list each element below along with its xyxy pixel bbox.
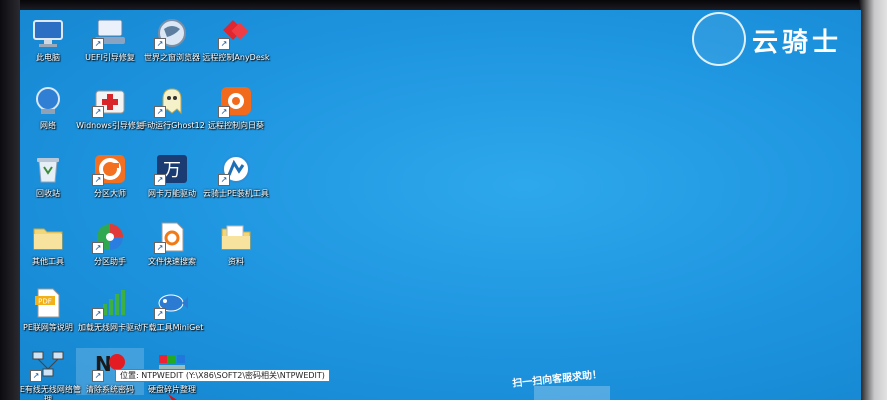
desktop-icon-other-tools[interactable]: 其他工具 xyxy=(20,220,82,267)
icon-label: 下载工具MiniGet xyxy=(140,323,204,332)
recycle-bin-icon xyxy=(30,152,66,186)
brand-text: 云骑士 xyxy=(752,28,843,58)
icon-label: 网络 xyxy=(40,121,56,130)
shortcut-arrow-icon: ↗ xyxy=(30,370,42,382)
monitor-bezel-right xyxy=(859,0,887,400)
monitor-bezel-left xyxy=(0,0,20,400)
red-arrow-icon xyxy=(168,394,177,400)
desktop-icon-network[interactable]: 网络 xyxy=(20,84,82,131)
icon-label: 加载无线网卡驱动 xyxy=(78,323,142,332)
brand-watermark: 云骑士 xyxy=(690,10,861,72)
desktop[interactable]: 此电脑 ↗ UEFI引导修复 ↗ 世界之窗浏览器 ↗ 远程控制AnyDesk 网… xyxy=(20,10,861,400)
miniget-fish-icon: ↗ xyxy=(154,286,190,320)
folder-icon xyxy=(30,220,66,254)
browser-globe-icon: ↗ xyxy=(154,16,190,50)
desktop-icon-browser[interactable]: ↗ 世界之窗浏览器 xyxy=(138,16,206,63)
desktop-icon-uefi-repair[interactable]: ↗ UEFI引导修复 xyxy=(76,16,144,63)
icon-label: 云骑士PE装机工具 xyxy=(203,189,269,198)
desktop-icon-ghost[interactable]: ↗ 手动运行Ghost12 xyxy=(138,84,206,131)
icon-label: 其他工具 xyxy=(32,257,64,266)
shortcut-arrow-icon: ↗ xyxy=(92,38,104,50)
desktop-icon-windows-repair[interactable]: ↗ Widnows引导修复 xyxy=(76,84,144,131)
partition-assistant-icon: ↗ xyxy=(92,220,128,254)
shortcut-arrow-icon: ↗ xyxy=(92,370,104,382)
desktop-icon-sunflower[interactable]: ↗ 远程控制向日葵 xyxy=(202,84,270,131)
shortcut-arrow-icon: ↗ xyxy=(92,106,104,118)
shortcut-arrow-icon: ↗ xyxy=(154,308,166,320)
desktop-icon-this-pc[interactable]: 此电脑 xyxy=(20,16,82,63)
icon-label: 分区大师 xyxy=(94,189,126,198)
windows-repair-icon: ↗ xyxy=(92,84,128,118)
partition-master-icon: ↗ xyxy=(92,152,128,186)
icon-tooltip: 位置: NTPWEDIT (Y:\X86\SOFT2\密码相关\NTPWEDIT… xyxy=(115,369,330,382)
shortcut-arrow-icon: ↗ xyxy=(154,38,166,50)
icon-label: 远程控制向日葵 xyxy=(208,121,264,130)
icon-label: PE联网等说明 xyxy=(23,323,73,332)
icon-label: 清除系统密码 xyxy=(86,385,134,394)
icon-label: PE有线无线网络管理 xyxy=(20,385,81,400)
folder-icon xyxy=(218,220,254,254)
anydesk-icon: ↗ xyxy=(218,16,254,50)
sunflower-icon: ↗ xyxy=(218,84,254,118)
network-manager-icon: ↗ xyxy=(30,348,66,382)
shortcut-arrow-icon: ↗ xyxy=(218,106,230,118)
desktop-icon-documents[interactable]: 资料 xyxy=(202,220,270,267)
icon-label: 手动运行Ghost12 xyxy=(139,121,205,130)
wifi-signal-icon: ↗ xyxy=(92,286,128,320)
desktop-icon-anydesk[interactable]: ↗ 远程控制AnyDesk xyxy=(202,16,270,63)
shortcut-arrow-icon: ↗ xyxy=(218,38,230,50)
knight-logo-icon xyxy=(692,12,746,66)
icon-label: 文件快速搜索 xyxy=(148,257,196,266)
ghost-icon: ↗ xyxy=(154,84,190,118)
svg-text:PDF: PDF xyxy=(38,298,52,306)
icon-label: Widnows引导修复 xyxy=(76,121,144,130)
desktop-icon-wireless-driver[interactable]: ↗ 加载无线网卡驱动 xyxy=(76,286,144,333)
desktop-icon-pe-network-guide[interactable]: PDF PE联网等说明 xyxy=(20,286,82,333)
desktop-icon-pe-installer[interactable]: ↗ 云骑士PE装机工具 xyxy=(202,152,270,199)
icon-label: 此电脑 xyxy=(36,53,60,62)
shortcut-arrow-icon: ↗ xyxy=(92,242,104,254)
desktop-icon-nic-driver[interactable]: 万 ↗ 网卡万能驱动 xyxy=(138,152,206,199)
icon-label: 网卡万能驱动 xyxy=(148,189,196,198)
icon-label: 远程控制AnyDesk xyxy=(202,53,270,62)
desktop-icon-partition-master[interactable]: ↗ 分区大师 xyxy=(76,152,144,199)
desktop-icon-network-manager[interactable]: ↗ PE有线无线网络管理 xyxy=(20,348,82,400)
shortcut-arrow-icon: ↗ xyxy=(154,174,166,186)
installer-icon: ↗ xyxy=(218,152,254,186)
shortcut-arrow-icon: ↗ xyxy=(154,242,166,254)
uefi-repair-icon: ↗ xyxy=(92,16,128,50)
icon-label: 世界之窗浏览器 xyxy=(144,53,200,62)
nic-driver-icon: 万 ↗ xyxy=(154,152,190,186)
shortcut-arrow-icon: ↗ xyxy=(154,106,166,118)
computer-icon xyxy=(30,16,66,50)
pdf-icon: PDF xyxy=(30,286,66,320)
shortcut-arrow-icon: ↗ xyxy=(218,174,230,186)
desktop-icon-recycle-bin[interactable]: 回收站 xyxy=(20,152,82,199)
shortcut-arrow-icon: ↗ xyxy=(92,308,104,320)
icon-label: 分区助手 xyxy=(94,257,126,266)
icon-label: 回收站 xyxy=(36,189,60,198)
icon-label: 资料 xyxy=(228,257,244,266)
icon-label: UEFI引导修复 xyxy=(85,53,135,62)
network-icon xyxy=(30,84,66,118)
desktop-icon-miniget[interactable]: ↗ 下载工具MiniGet xyxy=(138,286,206,333)
qr-code-area xyxy=(534,386,610,400)
desktop-icon-file-search[interactable]: ↗ 文件快速搜索 xyxy=(138,220,206,267)
desktop-icon-partition-assistant[interactable]: ↗ 分区助手 xyxy=(76,220,144,267)
file-search-icon: ↗ xyxy=(154,220,190,254)
shortcut-arrow-icon: ↗ xyxy=(92,174,104,186)
